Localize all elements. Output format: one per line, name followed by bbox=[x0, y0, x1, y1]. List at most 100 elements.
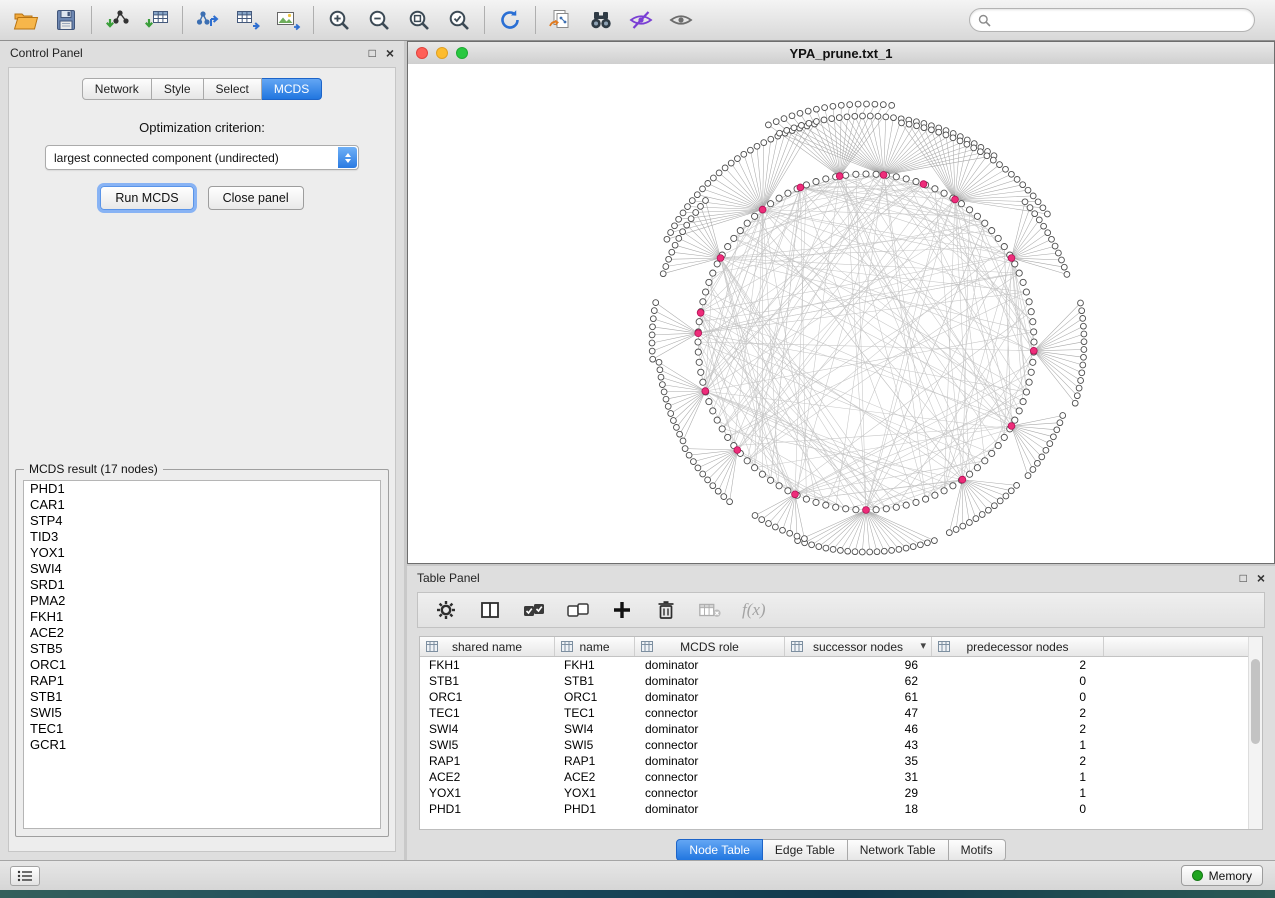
column-header[interactable]: MCDS role ▾ bbox=[635, 637, 785, 656]
export-network-icon[interactable] bbox=[188, 3, 228, 37]
zoom-in-icon[interactable] bbox=[319, 3, 359, 37]
column-header[interactable]: name ▾ bbox=[555, 637, 635, 656]
import-network-icon[interactable] bbox=[97, 3, 137, 37]
control-panel-tab[interactable]: MCDS bbox=[262, 78, 322, 100]
network-canvas-container bbox=[408, 64, 1274, 563]
control-panel-tab[interactable]: Style bbox=[152, 78, 204, 100]
application-window: Control Panel □ × NetworkStyleSelectMCDS… bbox=[0, 0, 1275, 898]
show-columns-icon[interactable] bbox=[478, 598, 502, 622]
mcds-result-item[interactable]: RAP1 bbox=[24, 673, 380, 689]
table-row[interactable]: SWI5 SWI5 connector 43 1 bbox=[420, 737, 1262, 753]
open-folder-icon[interactable] bbox=[6, 3, 46, 37]
criterion-select[interactable]: largest connected component (undirected) bbox=[45, 145, 359, 170]
mcds-result-item[interactable]: YOX1 bbox=[24, 545, 380, 561]
export-table-icon[interactable] bbox=[228, 3, 268, 37]
table-row[interactable]: STB1 STB1 dominator 62 0 bbox=[420, 673, 1262, 689]
mcds-result-item[interactable]: CAR1 bbox=[24, 497, 380, 513]
search-icon bbox=[978, 14, 991, 27]
cell-name: ACE2 bbox=[555, 770, 635, 784]
cell-name: PHD1 bbox=[555, 802, 635, 816]
table-row[interactable]: SWI4 SWI4 dominator 46 2 bbox=[420, 721, 1262, 737]
cell-mcds-role: dominator bbox=[635, 802, 785, 816]
column-header-label: successor nodes bbox=[813, 640, 903, 654]
cell-successor-nodes: 35 bbox=[785, 754, 932, 768]
mcds-result-item[interactable]: TID3 bbox=[24, 529, 380, 545]
cell-shared-name: SWI5 bbox=[420, 738, 555, 752]
table-panel-tab[interactable]: Edge Table bbox=[763, 839, 848, 861]
table-row[interactable]: FKH1 FKH1 dominator 96 2 bbox=[420, 657, 1262, 673]
table-panel-tab[interactable]: Network Table bbox=[848, 839, 949, 861]
scrollbar-thumb[interactable] bbox=[1251, 659, 1260, 744]
sort-desc-icon[interactable]: ▾ bbox=[920, 639, 926, 652]
mcds-result-item[interactable]: ACE2 bbox=[24, 625, 380, 641]
table-row[interactable]: ACE2 ACE2 connector 31 1 bbox=[420, 769, 1262, 785]
mcds-result-item[interactable]: PMA2 bbox=[24, 593, 380, 609]
mcds-result-item[interactable]: SWI4 bbox=[24, 561, 380, 577]
mcds-result-item[interactable]: STB1 bbox=[24, 689, 380, 705]
close-panel-icon[interactable]: × bbox=[1257, 572, 1265, 584]
search-input[interactable] bbox=[996, 12, 1246, 28]
network-window: YPA_prune.txt_1 bbox=[407, 41, 1275, 564]
memory-button[interactable]: Memory bbox=[1181, 865, 1263, 886]
mcds-result-item[interactable]: ORC1 bbox=[24, 657, 380, 673]
table-panel-tab[interactable]: Motifs bbox=[949, 839, 1006, 861]
run-mcds-button[interactable]: Run MCDS bbox=[100, 186, 193, 210]
show-all-icon[interactable] bbox=[661, 3, 701, 37]
delete-column-icon[interactable] bbox=[654, 598, 678, 622]
float-window-icon[interactable]: □ bbox=[1240, 572, 1247, 584]
mcds-result-item[interactable]: STP4 bbox=[24, 513, 380, 529]
cell-predecessor-nodes: 2 bbox=[932, 706, 1104, 720]
control-panel-tab[interactable]: Network bbox=[82, 78, 152, 100]
deselect-all-rows-icon[interactable] bbox=[566, 598, 590, 622]
cell-mcds-role: dominator bbox=[635, 674, 785, 688]
mcds-result-item[interactable]: GCR1 bbox=[24, 737, 380, 753]
close-panel-button[interactable]: Close panel bbox=[208, 186, 304, 210]
mcds-result-item[interactable]: PHD1 bbox=[24, 481, 380, 497]
mcds-result-item[interactable]: FKH1 bbox=[24, 609, 380, 625]
zoom-out-icon[interactable] bbox=[359, 3, 399, 37]
import-table-icon[interactable] bbox=[137, 3, 177, 37]
refresh-layout-icon[interactable] bbox=[490, 3, 530, 37]
mcds-result-item[interactable]: SWI5 bbox=[24, 705, 380, 721]
table-vertical-scrollbar[interactable] bbox=[1248, 637, 1262, 829]
mcds-result-item[interactable]: TEC1 bbox=[24, 721, 380, 737]
mcds-result-list[interactable]: PHD1CAR1STP4TID3YOX1SWI4SRD1PMA2FKH1ACE2… bbox=[23, 480, 381, 829]
cell-name: RAP1 bbox=[555, 754, 635, 768]
table-row[interactable]: RAP1 RAP1 dominator 35 2 bbox=[420, 753, 1262, 769]
zoom-fit-icon[interactable] bbox=[399, 3, 439, 37]
control-panel-tab[interactable]: Select bbox=[204, 78, 262, 100]
column-grid-icon bbox=[561, 641, 573, 652]
table-panel-tab[interactable]: Node Table bbox=[676, 839, 763, 861]
search-binoculars-icon[interactable] bbox=[581, 3, 621, 37]
column-header[interactable]: predecessor nodes ▾ bbox=[932, 637, 1104, 656]
mcds-result-item[interactable]: STB5 bbox=[24, 641, 380, 657]
select-all-rows-icon[interactable] bbox=[522, 598, 546, 622]
mcds-result-item[interactable]: SRD1 bbox=[24, 577, 380, 593]
table-row[interactable]: PHD1 PHD1 dominator 18 0 bbox=[420, 801, 1262, 817]
cell-predecessor-nodes: 1 bbox=[932, 738, 1104, 752]
cell-mcds-role: dominator bbox=[635, 754, 785, 768]
export-image-icon[interactable] bbox=[268, 3, 308, 37]
table-row[interactable]: YOX1 YOX1 connector 29 1 bbox=[420, 785, 1262, 801]
clone-network-icon[interactable] bbox=[541, 3, 581, 37]
network-window-titlebar[interactable]: YPA_prune.txt_1 bbox=[408, 42, 1274, 65]
save-session-icon[interactable] bbox=[46, 3, 86, 37]
control-panel: Control Panel □ × NetworkStyleSelectMCDS… bbox=[0, 41, 404, 862]
table-row[interactable]: TEC1 TEC1 connector 47 2 bbox=[420, 705, 1262, 721]
zoom-selected-icon[interactable] bbox=[439, 3, 479, 37]
control-panel-title: Control Panel bbox=[10, 46, 359, 60]
table-row[interactable]: ORC1 ORC1 dominator 61 0 bbox=[420, 689, 1262, 705]
cell-shared-name: ACE2 bbox=[420, 770, 555, 784]
close-panel-icon[interactable]: × bbox=[386, 47, 394, 59]
float-window-icon[interactable]: □ bbox=[369, 47, 376, 59]
toolbar-separator bbox=[91, 6, 92, 34]
column-header[interactable]: shared name ▾ bbox=[420, 637, 555, 656]
column-header[interactable]: successor nodes ▾ bbox=[785, 637, 932, 656]
add-column-icon[interactable] bbox=[610, 598, 634, 622]
table-header-row: shared name ▾ name ▾ MCDS role ▾ bbox=[420, 637, 1262, 657]
cell-successor-nodes: 62 bbox=[785, 674, 932, 688]
network-canvas[interactable] bbox=[408, 64, 1274, 563]
task-history-icon[interactable] bbox=[10, 866, 40, 886]
table-settings-gear-icon[interactable] bbox=[434, 598, 458, 622]
hide-selected-icon[interactable] bbox=[621, 3, 661, 37]
